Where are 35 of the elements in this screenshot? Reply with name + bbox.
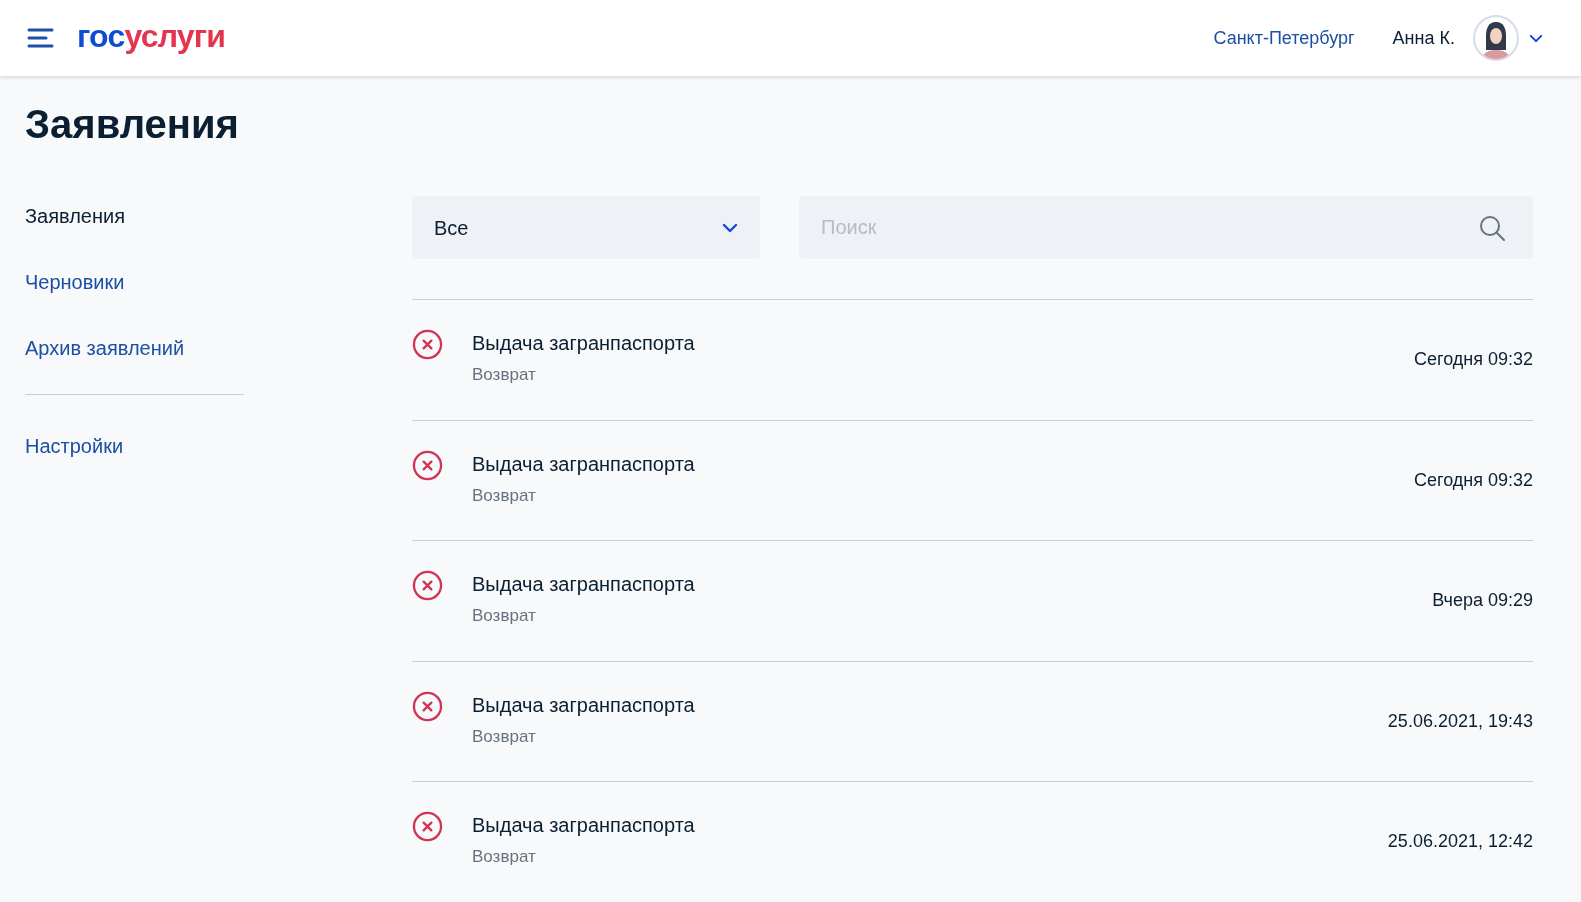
- search-icon[interactable]: [1479, 215, 1505, 241]
- application-status: Возврат: [472, 364, 537, 386]
- cross-circle-icon: [412, 570, 443, 601]
- cross-circle-icon: [412, 690, 443, 722]
- logo[interactable]: госуслуги: [77, 20, 226, 52]
- search-field[interactable]: Поиск: [799, 196, 1533, 259]
- cross-circle-icon: [412, 329, 443, 360]
- chevron-down-icon: [1529, 33, 1543, 43]
- application-status: Возврат: [472, 484, 537, 507]
- application-date: 25.06.2021, 19:43: [1387, 709, 1533, 733]
- sidebar-link[interactable]: Черновики: [25, 269, 125, 295]
- application-date: Сегодня 09:32: [1413, 468, 1533, 492]
- application-status: Возврат: [472, 725, 537, 748]
- application-title[interactable]: Выдача загранпаспорта: [472, 571, 695, 597]
- application-title[interactable]: Выдача загранпаспорта: [472, 330, 695, 356]
- cross-circle-icon: [412, 811, 443, 842]
- sidebar-link[interactable]: Настройки: [25, 433, 124, 459]
- filter-dropdown[interactable]: Все: [412, 196, 760, 259]
- sidebar-link[interactable]: Заявления: [25, 203, 126, 229]
- city-link[interactable]: Санкт-Петербург: [1213, 24, 1355, 52]
- chevron-down-icon: [722, 222, 738, 233]
- user-name: Анна К.: [1392, 26, 1455, 50]
- avatar[interactable]: [1473, 15, 1519, 61]
- cross-circle-icon: [412, 449, 443, 481]
- menu-icon[interactable]: [27, 28, 54, 48]
- application-date: Сегодня 09:32: [1413, 348, 1533, 372]
- application-status: Возврат: [472, 605, 537, 627]
- application-title[interactable]: Выдача загранпаспорта: [472, 812, 695, 838]
- application-title[interactable]: Выдача загранпаспорта: [472, 450, 695, 477]
- application-title[interactable]: Выдача загранпаспорта: [472, 691, 695, 718]
- application-date: Вчера 09:29: [1432, 589, 1533, 613]
- page-title: Заявления: [25, 102, 239, 146]
- application-status: Возврат: [472, 846, 537, 868]
- sidebar-link[interactable]: Архив заявлений: [25, 335, 185, 361]
- application-date: 25.06.2021, 12:42: [1387, 830, 1533, 854]
